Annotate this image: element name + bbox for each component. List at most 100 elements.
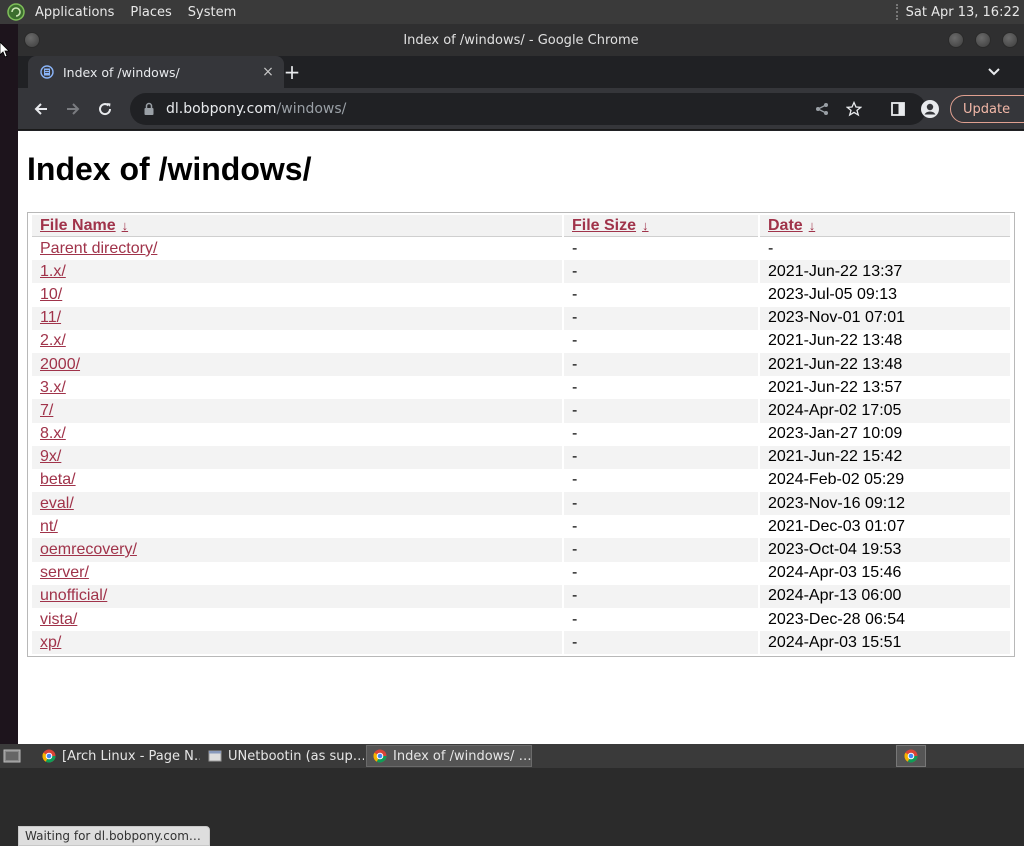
listing-table: File Name ↓ File Size ↓ Date ↓ Parent direc…	[30, 215, 1012, 655]
directory-link[interactable]: 8.x/	[40, 425, 66, 442]
tab-close-icon[interactable]: ×	[258, 64, 278, 80]
sort-file-name-link[interactable]: File Name	[40, 217, 116, 234]
maximize-button[interactable]	[975, 32, 991, 48]
forward-arrow-icon[interactable]	[57, 93, 89, 125]
date: 2024-Apr-02 17:05	[760, 399, 1010, 423]
file-size: -	[572, 610, 578, 628]
date: 2021-Jun-22 13:48	[760, 352, 1010, 377]
panel-grip	[895, 4, 900, 20]
file-size: -	[564, 445, 758, 469]
column-header-file-size[interactable]: File Size ↓	[564, 215, 758, 237]
file-size: -	[572, 425, 578, 443]
directory-link[interactable]: 9x/	[40, 448, 61, 465]
places-menu[interactable]: Places	[122, 5, 179, 20]
directory-link[interactable]: 1.x/	[40, 263, 66, 280]
kebab-menu-icon[interactable]: ⋮	[1020, 101, 1024, 117]
directory-link[interactable]: nt/	[40, 518, 58, 535]
date: 2024-Apr-03 15:46	[768, 564, 902, 582]
directory-link[interactable]: 3.x/	[40, 379, 66, 396]
status-bubble: Waiting for dl.bobpony.com…	[18, 826, 210, 846]
date: -	[768, 239, 774, 257]
task-unetbootin[interactable]: UNetbootin (as sup…	[202, 745, 364, 767]
date: 2023-Jul-05 09:13	[768, 285, 897, 303]
window-titlebar[interactable]: Index of /windows/ - Google Chrome	[18, 24, 1024, 56]
file-size: -	[564, 260, 758, 284]
window-menu-button[interactable]	[24, 32, 40, 48]
tray-chrome-icon[interactable]	[896, 745, 926, 767]
window-icon	[208, 750, 222, 762]
directory-link[interactable]: eval/	[40, 495, 74, 512]
address-bar[interactable]: dl.bobpony.com/windows/	[130, 93, 926, 125]
directory-link[interactable]: unofficial/	[40, 587, 107, 604]
table-row: oemrecovery/ -2023-Oct-04 19:53	[32, 538, 1010, 562]
file-size: -	[572, 471, 578, 489]
directory-link[interactable]: Parent directory/	[40, 240, 157, 257]
file-size: -	[564, 584, 758, 608]
sort-arrow-icon[interactable]: ↓	[122, 218, 129, 233]
task-arch-linux-chrome[interactable]: [Arch Linux - Page N…	[36, 745, 200, 767]
distro-logo-icon[interactable]	[5, 1, 27, 23]
file-size: -	[572, 517, 578, 535]
table-row: 9x/ -2021-Jun-22 15:42	[32, 445, 1010, 469]
sort-file-size-link[interactable]: File Size	[572, 217, 636, 234]
directory-link[interactable]: oemrecovery/	[40, 541, 137, 558]
directory-link[interactable]: vista/	[40, 611, 77, 628]
date: 2024-Apr-03 15:51	[760, 631, 1010, 655]
table-row: xp/ -2024-Apr-03 15:51	[32, 631, 1010, 655]
directory-link[interactable]: 11/	[40, 309, 61, 326]
file-size: -	[572, 239, 578, 257]
page-heading: Index of /windows/	[27, 151, 312, 187]
side-panel-icon[interactable]	[884, 93, 912, 125]
sort-arrow-icon[interactable]: ↓	[642, 218, 649, 233]
directory-link[interactable]: 7/	[40, 402, 53, 419]
file-size: -	[572, 332, 578, 350]
column-header-file-name[interactable]: File Name ↓	[32, 215, 562, 237]
share-icon[interactable]	[808, 93, 836, 125]
file-size: -	[564, 352, 758, 377]
profile-avatar-icon[interactable]	[916, 93, 944, 125]
system-menu[interactable]: System	[180, 5, 244, 20]
show-desktop-icon[interactable]	[2, 746, 22, 766]
directory-link[interactable]: 10/	[40, 286, 62, 303]
table-row: 7/ -2024-Apr-02 17:05	[32, 399, 1010, 423]
column-header-date[interactable]: Date ↓	[760, 215, 1010, 237]
date: 2021-Jun-22 13:37	[760, 260, 1010, 284]
url-host: dl.bobpony.com	[166, 101, 277, 117]
tab-strip: Index of /windows/ × +	[18, 56, 1024, 88]
directory-link[interactable]: beta/	[40, 471, 76, 488]
new-tab-button[interactable]: +	[280, 60, 304, 84]
clock[interactable]: Sat Apr 13, 16:22	[906, 5, 1024, 20]
lock-icon[interactable]	[142, 102, 156, 116]
tab-search-chevron-icon[interactable]	[984, 62, 1004, 82]
minimize-button[interactable]	[948, 32, 964, 48]
top-panel: Applications Places System Sat Apr 13, 1…	[0, 0, 1024, 24]
table-row: 11/ -2023-Nov-01 07:01	[32, 306, 1010, 330]
date: 2023-Nov-01 07:01	[760, 306, 1010, 330]
file-size: -	[564, 538, 758, 562]
date: 2021-Jun-22 15:42	[760, 445, 1010, 469]
file-size: -	[564, 492, 758, 516]
url-path: /windows/	[276, 101, 347, 117]
table-row: nt/ - 2021-Dec-03 01:07	[32, 515, 1010, 538]
bookmark-star-icon[interactable]	[840, 93, 868, 125]
directory-link[interactable]: 2.x/	[40, 332, 66, 349]
file-size: -	[564, 631, 758, 655]
back-arrow-icon[interactable]	[25, 93, 57, 125]
directory-link[interactable]: server/	[40, 564, 89, 581]
directory-link[interactable]: 2000/	[40, 356, 80, 373]
date: 2023-Oct-04 19:53	[760, 538, 1010, 562]
task-index-of-windows[interactable]: Index of /windows/ …	[366, 745, 532, 767]
applications-menu[interactable]: Applications	[27, 5, 122, 20]
file-size: -	[572, 378, 578, 396]
reload-icon[interactable]	[89, 93, 121, 125]
update-button[interactable]: Update ⋮	[950, 95, 1024, 123]
task-label: UNetbootin (as sup…	[228, 748, 364, 764]
tab-index-windows[interactable]: Index of /windows/ ×	[28, 56, 284, 88]
close-window-button[interactable]	[1002, 32, 1018, 48]
sort-date-link[interactable]: Date	[768, 217, 803, 234]
page-content: Index of /windows/ File Name ↓ File Size ↓…	[18, 131, 1024, 846]
directory-link[interactable]: xp/	[40, 634, 61, 651]
sort-arrow-icon[interactable]: ↓	[809, 218, 816, 233]
toolbar-right: Update ⋮	[816, 93, 1024, 125]
date: 2024-Apr-13 06:00	[760, 584, 1010, 608]
